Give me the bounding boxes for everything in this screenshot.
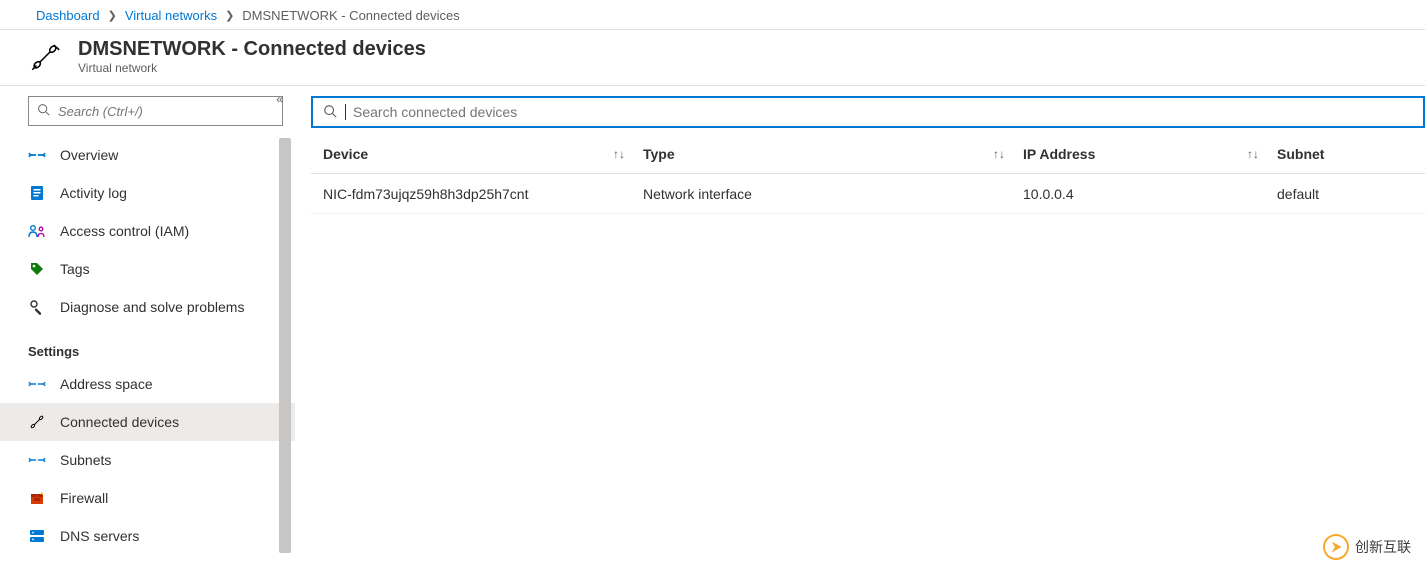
column-subnet[interactable]: Subnet (1277, 146, 1413, 162)
sidebar-item-address-space[interactable]: Address space (0, 365, 295, 403)
sidebar-item-diagnose[interactable]: Diagnose and solve problems (0, 288, 295, 326)
sort-icon[interactable]: ↑↓ (613, 147, 625, 161)
chevron-right-icon: ❯ (225, 9, 234, 22)
column-label: Subnet (1277, 146, 1324, 162)
table-row[interactable]: NIC-fdm73ujqz59h8h3dp25h7cnt Network int… (311, 174, 1425, 214)
sidebar-search[interactable] (28, 96, 283, 126)
devices-search-input[interactable] (353, 104, 1413, 120)
breadcrumb-dashboard[interactable]: Dashboard (36, 8, 100, 23)
sidebar-item-label: Activity log (60, 185, 127, 201)
sidebar-item-label: Connected devices (60, 414, 179, 430)
search-icon (323, 104, 337, 121)
search-icon (37, 103, 50, 119)
page-subtitle: Virtual network (78, 62, 426, 75)
column-type[interactable]: Type ↑↓ (643, 146, 1023, 162)
page-title: DMSNETWORK - Connected devices (78, 37, 426, 62)
activity-log-icon (28, 184, 46, 202)
sidebar-item-dns-servers[interactable]: DNS servers (0, 517, 295, 555)
dns-servers-icon (28, 527, 46, 545)
sidebar-item-label: Subnets (60, 452, 111, 468)
column-label: Device (323, 146, 368, 162)
sidebar-item-firewall[interactable]: Firewall (0, 479, 295, 517)
breadcrumb-virtual-networks[interactable]: Virtual networks (125, 8, 217, 23)
sidebar-item-label: Address space (60, 376, 153, 392)
firewall-icon (28, 489, 46, 507)
table-header: Device ↑↓ Type ↑↓ IP Address ↑↓ Subnet (311, 134, 1425, 174)
connected-devices-icon (28, 413, 46, 431)
cell-device: NIC-fdm73ujqz59h8h3dp25h7cnt (323, 186, 643, 202)
sidebar-item-label: DNS servers (60, 528, 139, 544)
sidebar-item-access-control[interactable]: Access control (IAM) (0, 212, 295, 250)
sort-icon[interactable]: ↑↓ (1247, 147, 1259, 161)
cell-subnet: default (1277, 186, 1413, 202)
sort-icon[interactable]: ↑↓ (993, 147, 1005, 161)
cell-ip: 10.0.0.4 (1023, 186, 1277, 202)
sidebar-item-label: Access control (IAM) (60, 223, 189, 239)
overview-icon (28, 146, 46, 164)
page-header: DMSNETWORK - Connected devices Virtual n… (0, 30, 1425, 86)
address-space-icon (28, 375, 46, 393)
sidebar-item-label: Tags (60, 261, 90, 277)
devices-table: Device ↑↓ Type ↑↓ IP Address ↑↓ Subnet N… (311, 134, 1425, 214)
tags-icon (28, 260, 46, 278)
sidebar-item-subnets[interactable]: Subnets (0, 441, 295, 479)
cell-type: Network interface (643, 186, 1023, 202)
breadcrumb-current: DMSNETWORK - Connected devices (242, 8, 459, 23)
column-label: Type (643, 146, 675, 162)
sidebar-section-settings: Settings (0, 326, 295, 365)
breadcrumb: Dashboard ❯ Virtual networks ❯ DMSNETWOR… (0, 0, 1425, 30)
watermark: 创新互联 (1323, 534, 1411, 560)
column-device[interactable]: Device ↑↓ (323, 146, 643, 162)
text-cursor (345, 104, 346, 120)
sidebar-search-input[interactable] (58, 104, 274, 119)
column-label: IP Address (1023, 146, 1095, 162)
sidebar-item-label: Firewall (60, 490, 108, 506)
sidebar-item-overview[interactable]: Overview (0, 136, 295, 174)
content: Device ↑↓ Type ↑↓ IP Address ↑↓ Subnet N… (295, 86, 1425, 574)
sidebar: « Overview Activity log (0, 86, 295, 574)
sidebar-item-activity-log[interactable]: Activity log (0, 174, 295, 212)
watermark-text: 创新互联 (1355, 537, 1411, 557)
watermark-logo-icon (1323, 534, 1349, 560)
diagnose-icon (28, 298, 46, 316)
chevron-right-icon: ❯ (108, 9, 117, 22)
subnets-icon (28, 451, 46, 469)
devices-search[interactable] (311, 96, 1425, 128)
access-control-icon (28, 222, 46, 240)
sidebar-item-connected-devices[interactable]: Connected devices (0, 403, 295, 441)
collapse-sidebar-icon[interactable]: « (276, 92, 283, 106)
sidebar-item-label: Overview (60, 147, 118, 163)
scrollbar[interactable] (275, 136, 295, 555)
connected-devices-icon (28, 40, 62, 74)
sidebar-item-tags[interactable]: Tags (0, 250, 295, 288)
column-ip-address[interactable]: IP Address ↑↓ (1023, 146, 1277, 162)
sidebar-item-label: Diagnose and solve problems (60, 299, 244, 315)
